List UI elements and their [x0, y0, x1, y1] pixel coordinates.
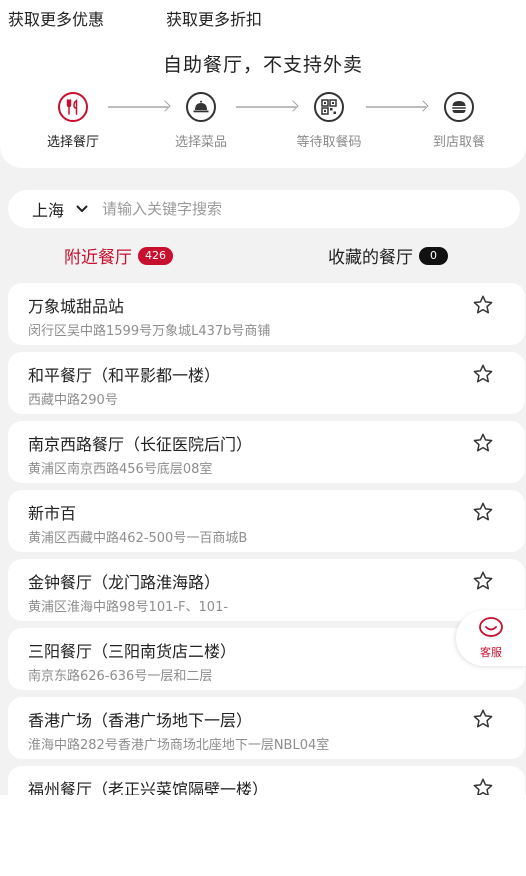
fork-knife-icon: [58, 92, 88, 122]
restaurant-name: 南京西路餐厅（长征医院后门）: [28, 435, 253, 454]
restaurant-name: 和平餐厅（和平影都一楼）: [28, 366, 221, 385]
star-icon[interactable]: [471, 500, 495, 524]
step-label: 选择菜品: [174, 135, 227, 150]
restaurant-card[interactable]: 和平餐厅（和平影都一楼） 西藏中路290号: [8, 352, 525, 414]
tab-favorite-restaurants[interactable]: 收藏的餐厅 0: [328, 243, 448, 268]
restaurant-name: 万象城甜品站: [28, 297, 125, 316]
step-select-restaurant: 选择餐厅: [28, 92, 118, 150]
tab-label: 附近餐厅: [64, 248, 132, 268]
burger-icon: [444, 92, 474, 122]
restaurant-address: 南京东路626-636号一层和二层: [28, 669, 213, 684]
cloche-icon: [186, 92, 216, 122]
restaurant-card[interactable]: 新市百 黄浦区西藏中路462-500号一百商城B: [8, 490, 525, 552]
restaurant-card[interactable]: 福州餐厅（老正兴菜馆隔壁一楼）: [8, 766, 525, 795]
restaurant-name: 三阳餐厅（三阳南货店二楼）: [28, 642, 237, 661]
restaurant-card[interactable]: 香港广场（香港广场地下一层） 淮海中路282号香港广场商场北座地下一层NBL04…: [8, 697, 525, 759]
top-card: 获取更多优惠 获取更多折扣 自助餐厅，不支持外卖 选择餐厅 选择菜品 等待取餐码…: [0, 0, 526, 168]
customer-service-label: 客服: [480, 646, 502, 659]
favorites-count-badge: 0: [419, 246, 448, 265]
customer-service-button[interactable]: 客服: [456, 610, 526, 666]
restaurant-card[interactable]: 三阳餐厅（三阳南货店二楼） 南京东路626-636号一层和二层: [8, 628, 525, 690]
star-icon[interactable]: [471, 707, 495, 731]
restaurant-address: 闵行区吴中路1599号万象城L437b号商铺: [28, 324, 271, 339]
star-icon[interactable]: [471, 431, 495, 455]
tab-nearby-restaurants[interactable]: 附近餐厅 426: [64, 243, 173, 268]
page-title: 自助餐厅，不支持外卖: [162, 54, 363, 76]
star-icon[interactable]: [471, 362, 495, 386]
restaurant-address: 黄浦区淮海中路98号101-F、101-: [28, 600, 229, 615]
star-icon[interactable]: [471, 776, 495, 795]
chevron-down-icon[interactable]: [76, 205, 88, 213]
restaurant-address: 淮海中路282号香港广场商场北座地下一层NBL04室: [28, 738, 330, 753]
smiley-icon: [478, 616, 504, 642]
step-label: 选择餐厅: [46, 135, 99, 150]
step-pickup: 到店取餐: [414, 92, 504, 150]
qr-code-icon: [314, 92, 344, 122]
restaurant-card[interactable]: 金钟餐厅（龙门路淮海路） 黄浦区淮海中路98号101-F、101-: [8, 559, 525, 621]
city-selector[interactable]: 上海: [32, 197, 64, 221]
step-wait-code: 等待取餐码: [284, 92, 374, 150]
star-icon[interactable]: [471, 293, 495, 317]
restaurant-name: 福州餐厅（老正兴菜馆隔壁一楼）: [28, 780, 269, 795]
search-bar: 上海: [8, 190, 520, 228]
search-input[interactable]: [102, 200, 463, 218]
restaurant-address: 西藏中路290号: [28, 393, 118, 408]
step-label: 到店取餐: [432, 135, 485, 150]
restaurant-address: 黄浦区西藏中路462-500号一百商城B: [28, 531, 248, 546]
more-offers-link[interactable]: 获取更多优惠: [8, 6, 104, 30]
step-label: 等待取餐码: [296, 135, 362, 150]
restaurant-name: 新市百: [28, 504, 77, 523]
restaurant-list: 万象城甜品站 闵行区吴中路1599号万象城L437b号商铺 和平餐厅（和平影都一…: [8, 283, 525, 795]
restaurant-card[interactable]: 南京西路餐厅（长征医院后门） 黄浦区南京西路456号底层08室: [8, 421, 525, 483]
tab-label: 收藏的餐厅: [328, 248, 413, 268]
restaurant-card[interactable]: 万象城甜品站 闵行区吴中路1599号万象城L437b号商铺: [8, 283, 525, 345]
restaurant-address: 黄浦区南京西路456号底层08室: [28, 462, 213, 477]
more-discounts-link[interactable]: 获取更多折扣: [166, 6, 262, 30]
bottom-blank-area: [0, 795, 526, 876]
restaurant-name: 金钟餐厅（龙门路淮海路）: [28, 573, 221, 592]
star-icon[interactable]: [471, 569, 495, 593]
restaurant-name: 香港广场（香港广场地下一层）: [28, 711, 253, 730]
nearby-count-badge: 426: [138, 246, 173, 265]
step-select-dishes: 选择菜品: [156, 92, 246, 150]
